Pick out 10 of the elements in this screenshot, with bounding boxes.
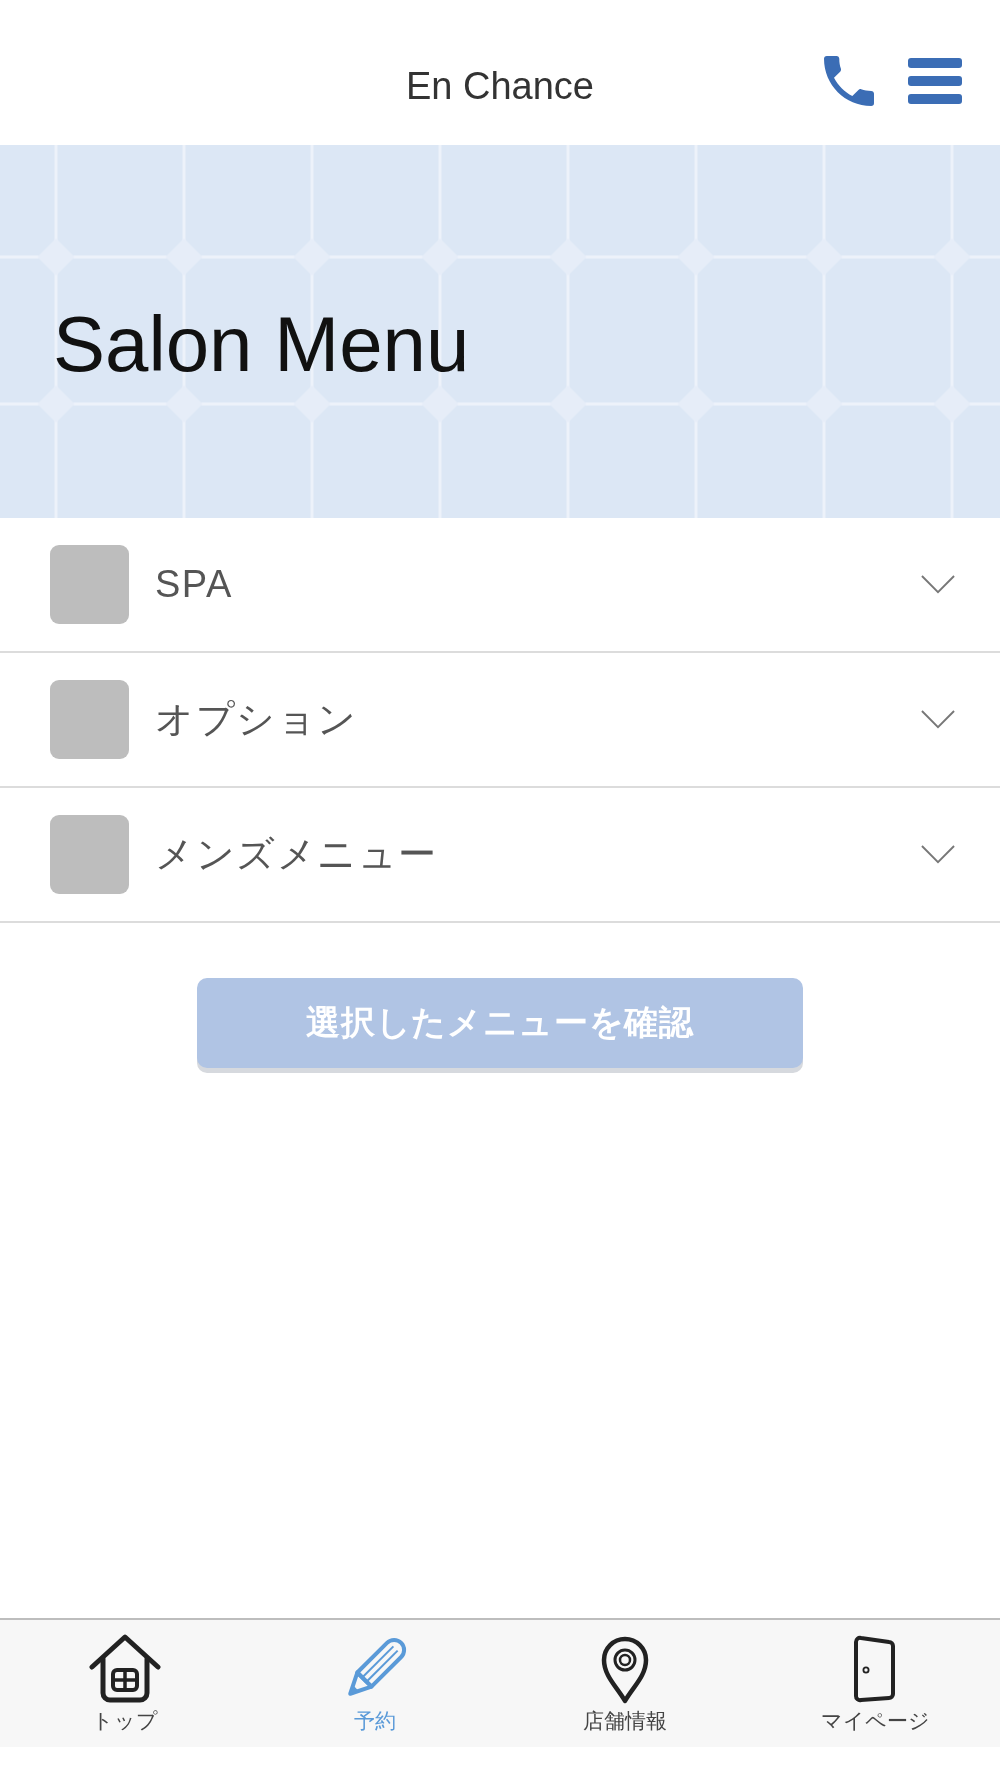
door-icon <box>852 1634 898 1704</box>
house-icon <box>89 1634 161 1704</box>
app-title: En Chance <box>406 65 594 108</box>
tab-item[interactable]: 店舗情報 <box>500 1634 750 1747</box>
menu-icon[interactable] <box>908 58 962 104</box>
page-heading: Salon Menu <box>53 298 470 388</box>
tab-item[interactable]: トップ <box>0 1634 250 1747</box>
map-pin-icon <box>600 1634 650 1704</box>
phone-icon[interactable] <box>824 56 874 106</box>
tab-item[interactable]: マイページ <box>750 1634 1000 1747</box>
